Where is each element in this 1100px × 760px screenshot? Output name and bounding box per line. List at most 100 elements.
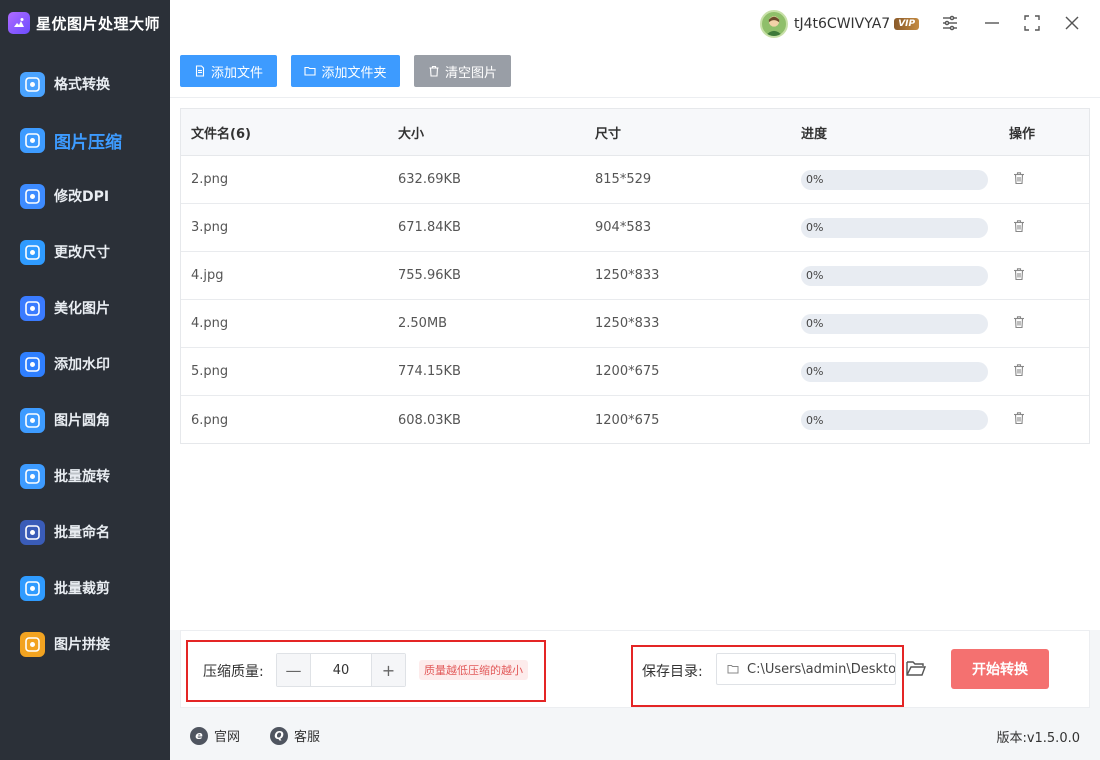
save-dir-highlight-box: [631, 645, 904, 707]
sidebar-item-4[interactable]: 美化图片: [0, 280, 170, 336]
quality-highlight-box: [186, 640, 546, 702]
maximize-icon[interactable]: [1022, 13, 1042, 33]
progress-bar: 0%: [801, 265, 988, 286]
sidebar-item-10[interactable]: 图片拼接: [0, 616, 170, 672]
footer: e 官网 Q 客服 版本:v1.5.0.0: [170, 710, 1100, 760]
website-icon: e: [190, 726, 208, 745]
file-size: 632.69KB: [398, 172, 461, 187]
file-size: 671.84KB: [398, 220, 461, 235]
progress-text: 0%: [806, 317, 824, 330]
file-dimensions: 1250*833: [595, 268, 660, 283]
sidebar-item-8[interactable]: 批量命名: [0, 504, 170, 560]
user-info[interactable]: tJ4t6CWIVYA7 VIP: [760, 10, 920, 38]
file-name: 5.png: [191, 364, 229, 379]
app-logo-icon: [8, 12, 30, 34]
delete-trash-icon[interactable]: [1012, 363, 1026, 377]
avatar[interactable]: [760, 10, 788, 38]
sidebar-item-7[interactable]: 批量旋转: [0, 448, 170, 504]
header-size: 大小: [398, 126, 425, 142]
file-dimensions: 1200*675: [595, 412, 660, 428]
table-row: 5.png 774.15KB 1200*675 0%: [181, 348, 1089, 396]
dpi-icon: [20, 183, 45, 209]
username: tJ4t6CWIVYA7: [794, 16, 891, 32]
support-label: 客服: [294, 730, 321, 745]
table-header: 文件名(6) 大小 尺寸 进度 操作: [181, 109, 1089, 156]
minimize-icon[interactable]: [982, 13, 1002, 33]
sidebar-item-3[interactable]: 更改尺寸: [0, 224, 170, 280]
progress-bar: 0%: [801, 169, 988, 190]
file-name: 4.jpg: [191, 268, 224, 283]
watermark-icon: [20, 351, 45, 377]
brand: 星优图片处理大师: [0, 0, 170, 46]
toolbar: 添加文件 添加文件夹 清空图片: [170, 46, 1100, 98]
sidebar-item-label: 添加水印: [54, 357, 110, 373]
trash-icon: [429, 65, 439, 77]
add-folder-label: 添加文件夹: [321, 65, 387, 81]
sidebar: 星优图片处理大师 格式转换 图片压缩 修改DPI 更改尺寸 美化图片 添加水印 图片圆角 批量…: [0, 0, 170, 760]
table-row: 3.png 671.84KB 904*583 0%: [181, 204, 1089, 252]
sidebar-item-label: 图片拼接: [54, 637, 110, 653]
image-compress-icon: [20, 127, 45, 153]
sidebar-item-label: 修改DPI: [54, 189, 110, 205]
image-convert-icon: [20, 71, 45, 97]
close-icon[interactable]: [1062, 13, 1082, 33]
header-dimensions: 尺寸: [595, 126, 622, 142]
file-size: 774.15KB: [398, 364, 461, 379]
file-name: 6.png: [191, 412, 229, 428]
clear-images-button[interactable]: 清空图片: [414, 55, 511, 87]
sidebar-item-label: 图片压缩: [54, 132, 122, 153]
progress-text: 0%: [806, 365, 824, 378]
file-size: 608.03KB: [398, 412, 461, 428]
file-table: 文件名(6) 大小 尺寸 进度 操作 2.png 632.69KB 815*529 0…: [180, 108, 1090, 444]
rename-icon: [20, 519, 45, 545]
delete-trash-icon[interactable]: [1012, 219, 1026, 233]
table-body: 2.png 632.69KB 815*529 0% 3.png 671.84KB 904*5…: [181, 156, 1089, 444]
progress-bar: 0%: [801, 361, 988, 382]
sidebar-item-2[interactable]: 修改DPI: [0, 168, 170, 224]
sidebar-item-label: 批量裁剪: [54, 581, 110, 597]
delete-trash-icon[interactable]: [1012, 411, 1026, 425]
sidebar-item-5[interactable]: 添加水印: [0, 336, 170, 392]
resize-icon: [20, 239, 45, 265]
delete-trash-icon[interactable]: [1012, 171, 1026, 185]
table-row: 4.png 2.50MB 1250*833 0%: [181, 300, 1089, 348]
start-convert-button[interactable]: 开始转换: [951, 649, 1049, 689]
progress-bar: 0%: [801, 410, 988, 430]
sidebar-item-1[interactable]: 图片压缩: [0, 112, 170, 168]
progress-text: 0%: [806, 413, 824, 427]
progress-text: 0%: [806, 269, 824, 282]
progress-text: 0%: [806, 221, 824, 234]
add-file-button[interactable]: 添加文件: [180, 55, 277, 87]
add-folder-button[interactable]: 添加文件夹: [291, 55, 400, 87]
support-icon: Q: [270, 726, 288, 745]
crop-icon: [20, 575, 45, 601]
delete-trash-icon[interactable]: [1012, 267, 1026, 281]
vip-badge: VIP: [894, 18, 920, 30]
file-size: 755.96KB: [398, 268, 461, 283]
browse-folder-icon[interactable]: [905, 657, 927, 679]
file-size: 2.50MB: [398, 316, 448, 331]
delete-trash-icon[interactable]: [1012, 315, 1026, 329]
file-name: 4.png: [191, 316, 229, 331]
puzzle-icon: [20, 631, 45, 657]
website-link[interactable]: e 官网: [190, 726, 240, 745]
progress-bar: 0%: [801, 313, 988, 334]
sidebar-item-label: 批量命名: [54, 525, 110, 541]
file-dimensions: 1200*675: [595, 364, 660, 379]
rotate-icon: [20, 463, 45, 489]
sidebar-item-6[interactable]: 图片圆角: [0, 392, 170, 448]
header-filename: 文件名(6): [191, 126, 251, 142]
progress-text: 0%: [806, 173, 824, 186]
sidebar-item-label: 更改尺寸: [54, 245, 110, 261]
settings-sliders-icon[interactable]: [940, 13, 960, 33]
round-corner-icon: [20, 407, 45, 433]
sidebar-item-label: 格式转换: [54, 77, 110, 93]
sidebar-item-0[interactable]: 格式转换: [0, 56, 170, 112]
add-file-label: 添加文件: [210, 65, 263, 81]
file-dimensions: 904*583: [595, 220, 652, 235]
header-progress: 进度: [801, 126, 828, 142]
sidebar-item-9[interactable]: 批量裁剪: [0, 560, 170, 616]
folder-icon: [304, 66, 317, 76]
table-row: 2.png 632.69KB 815*529 0%: [181, 156, 1089, 204]
support-link[interactable]: Q 客服: [270, 726, 320, 745]
